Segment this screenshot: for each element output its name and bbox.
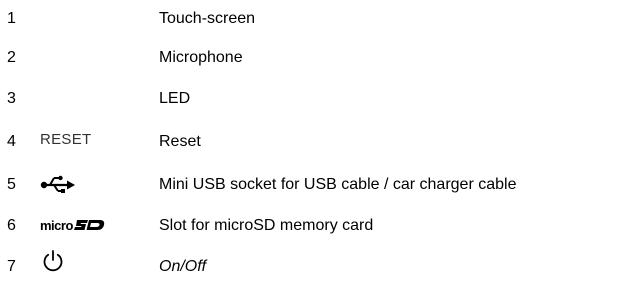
row-description: LED	[159, 90, 191, 107]
power-icon	[41, 249, 65, 278]
legend-row-2: 2 Microphone	[0, 50, 636, 90]
legend-row-5: 5 Mini USB socket for USB cable / car ch…	[0, 175, 636, 217]
row-number: 3	[7, 90, 16, 107]
row-description: Mini USB socket for USB cable / car char…	[159, 176, 517, 193]
row-number: 4	[7, 133, 16, 150]
microsd-logo-text: micro	[40, 218, 73, 233]
row-description: Slot for microSD memory card	[159, 217, 374, 234]
row-number: 6	[7, 217, 16, 234]
legend-row-1: 1 Touch-screen	[0, 11, 636, 51]
microsd-logo: micro	[40, 217, 106, 235]
row-description: Touch-screen	[159, 10, 256, 27]
row-number: 1	[7, 10, 16, 27]
row-description: On/Off	[159, 258, 207, 275]
legend-row-7: 7 On/Off	[0, 250, 636, 299]
row-number: 5	[7, 176, 16, 193]
row-number: 7	[7, 258, 16, 275]
row-number: 2	[7, 49, 16, 66]
row-description: Reset	[159, 133, 201, 150]
row-description: Microphone	[159, 49, 243, 66]
legend-row-3: 3 LED	[0, 91, 636, 131]
legend-row-4: 4 RESET Reset	[0, 131, 636, 174]
reset-label: RESET	[40, 131, 92, 148]
legend-row-6: 6 micro Slot for microSD memory card	[0, 218, 636, 258]
usb-icon	[40, 175, 76, 200]
